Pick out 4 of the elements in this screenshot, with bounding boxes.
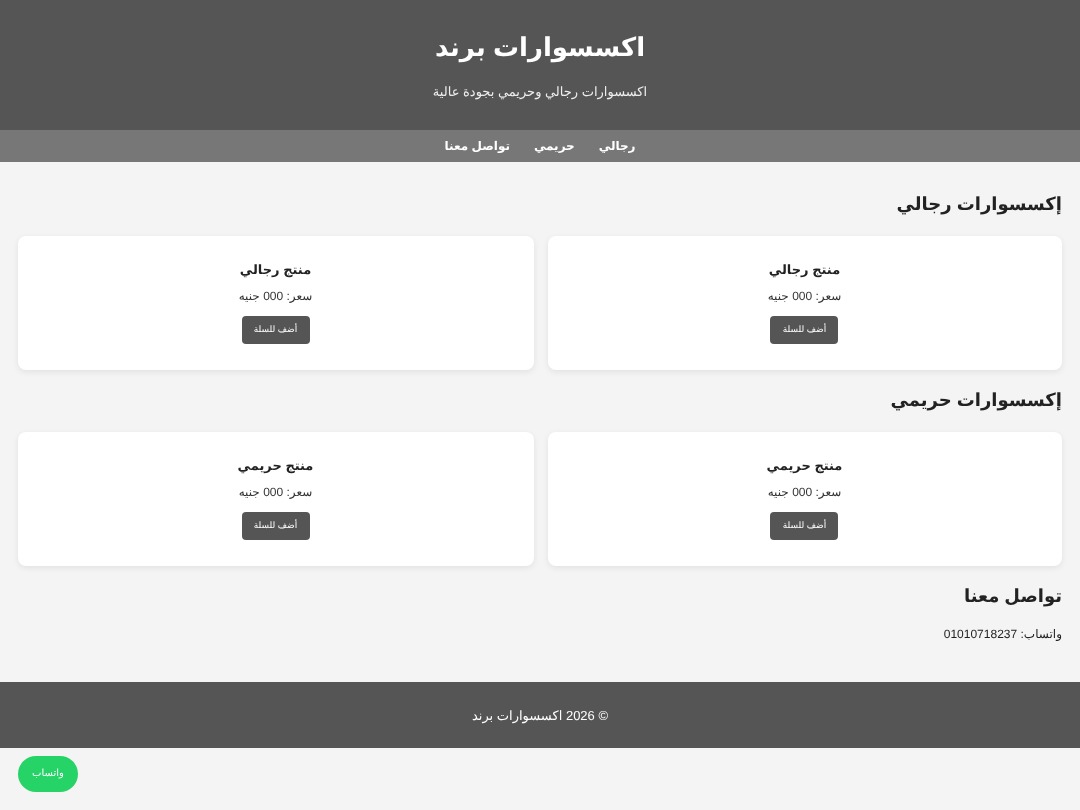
section-heading: تواصل معنا (961, 586, 1062, 608)
section-heading: إكسسوارات حريمي (888, 390, 1062, 412)
site-title: اكسسوارات برند (434, 31, 646, 63)
section-heading: إكسسوارات رجالي (894, 194, 1062, 216)
